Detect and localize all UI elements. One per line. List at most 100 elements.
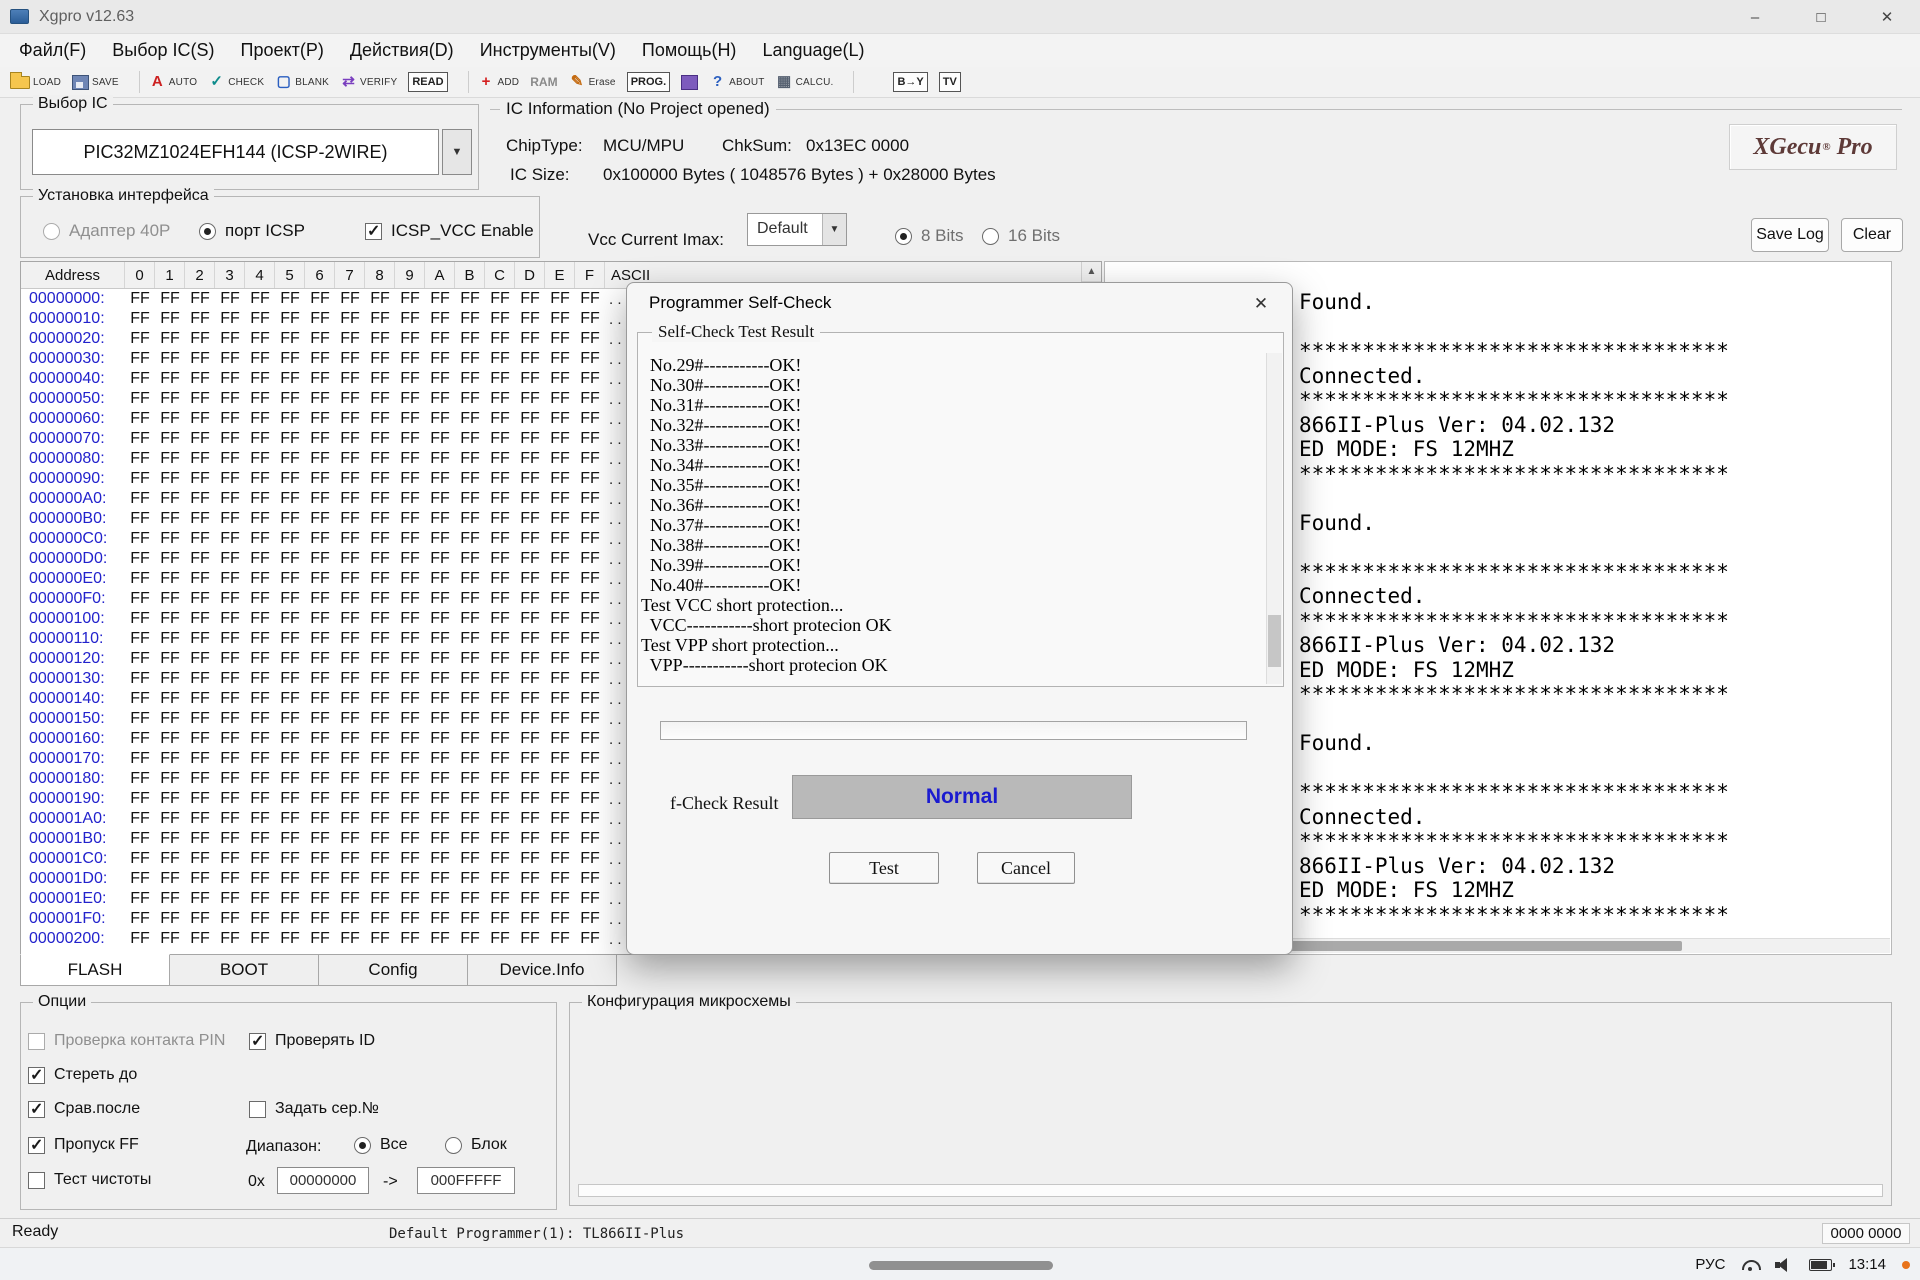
hex-byte[interactable]: FF [125,570,155,588]
verify-button[interactable]: ⇄VERIFY [340,73,397,91]
hex-byte[interactable]: FF [545,830,575,848]
hex-byte[interactable]: FF [395,490,425,508]
notification-dot-icon[interactable] [1902,1261,1910,1269]
hex-byte[interactable]: FF [125,530,155,548]
hex-byte[interactable]: FF [305,290,335,308]
menu-item-7[interactable]: Language(L) [749,40,877,61]
hex-byte[interactable]: FF [485,910,515,928]
hex-byte[interactable]: FF [245,930,275,948]
hex-byte[interactable]: FF [155,470,185,488]
hex-byte[interactable]: FF [245,310,275,328]
hex-byte[interactable]: FF [215,610,245,628]
menu-item-3[interactable]: Проект(P) [228,40,337,61]
hex-byte[interactable]: FF [305,590,335,608]
hex-byte[interactable]: FF [545,490,575,508]
hex-byte[interactable]: FF [305,330,335,348]
hex-byte[interactable]: FF [455,650,485,668]
hex-byte[interactable]: FF [575,550,605,568]
hex-byte[interactable]: FF [305,690,335,708]
hex-byte[interactable]: FF [245,330,275,348]
hex-byte[interactable]: FF [185,890,215,908]
hex-byte[interactable]: FF [155,930,185,948]
hex-byte[interactable]: FF [515,310,545,328]
hex-byte[interactable]: FF [275,550,305,568]
hex-byte[interactable]: FF [485,450,515,468]
hex-byte[interactable]: FF [425,750,455,768]
hex-byte[interactable]: FF [335,510,365,528]
hex-byte[interactable]: FF [455,410,485,428]
hex-byte[interactable]: FF [155,370,185,388]
ic-select-combo[interactable]: PIC32MZ1024EFH144 (ICSP-2WIRE) [32,129,439,175]
hex-byte[interactable]: FF [485,330,515,348]
hex-byte[interactable]: FF [365,330,395,348]
hex-byte[interactable]: FF [245,610,275,628]
hex-byte[interactable]: FF [185,530,215,548]
hex-byte[interactable]: FF [275,710,305,728]
hex-byte[interactable]: FF [245,890,275,908]
hex-byte[interactable]: FF [155,550,185,568]
hex-byte[interactable]: FF [545,390,575,408]
cancel-button[interactable]: Cancel [977,852,1075,884]
hex-byte[interactable]: FF [515,670,545,688]
hex-byte[interactable]: FF [395,350,425,368]
verify-id-checkbox[interactable]: Проверять ID [249,1032,375,1050]
hex-byte[interactable]: FF [365,370,395,388]
hex-byte[interactable]: FF [545,430,575,448]
hex-byte[interactable]: FF [155,410,185,428]
hex-byte[interactable]: FF [395,290,425,308]
hex-byte[interactable]: FF [185,430,215,448]
hex-byte[interactable]: FF [515,890,545,908]
hex-byte[interactable]: FF [335,770,365,788]
hex-byte[interactable]: FF [485,690,515,708]
hex-byte[interactable]: FF [455,570,485,588]
clear-button[interactable]: Clear [1841,218,1903,252]
hex-byte[interactable]: FF [365,870,395,888]
hex-byte[interactable]: FF [215,890,245,908]
hex-byte[interactable]: FF [215,630,245,648]
hex-byte[interactable]: FF [575,610,605,628]
hex-byte[interactable]: FF [215,410,245,428]
hex-byte[interactable]: FF [485,830,515,848]
hex-byte[interactable]: FF [275,390,305,408]
hex-byte[interactable]: FF [425,510,455,528]
hex-byte[interactable]: FF [335,810,365,828]
hex-byte[interactable]: FF [365,290,395,308]
hex-byte[interactable]: FF [545,870,575,888]
hex-byte[interactable]: FF [485,610,515,628]
scroll-up-icon[interactable]: ▲ [1082,262,1101,282]
hex-byte[interactable]: FF [215,650,245,668]
hex-byte[interactable]: FF [125,790,155,808]
hex-byte[interactable]: FF [155,750,185,768]
hex-byte[interactable]: FF [125,470,155,488]
hex-byte[interactable]: FF [455,670,485,688]
hex-byte[interactable]: FF [395,910,425,928]
hex-byte[interactable]: FF [275,890,305,908]
hex-byte[interactable]: FF [245,510,275,528]
hex-byte[interactable]: FF [155,870,185,888]
hex-byte[interactable]: FF [335,630,365,648]
hex-byte[interactable]: FF [215,590,245,608]
hex-byte[interactable]: FF [425,610,455,628]
hex-byte[interactable]: FF [365,390,395,408]
hex-byte[interactable]: FF [305,770,335,788]
hex-byte[interactable]: FF [575,730,605,748]
hex-byte[interactable]: FF [365,670,395,688]
hex-byte[interactable]: FF [575,290,605,308]
hex-byte[interactable]: FF [215,570,245,588]
hex-byte[interactable]: FF [125,670,155,688]
hex-byte[interactable]: FF [185,870,215,888]
hex-byte[interactable]: FF [335,930,365,948]
hex-byte[interactable]: FF [275,490,305,508]
hex-byte[interactable]: FF [515,630,545,648]
hex-byte[interactable]: FF [245,750,275,768]
hex-byte[interactable]: FF [425,470,455,488]
tab-flash[interactable]: FLASH [20,954,170,986]
hex-byte[interactable]: FF [485,650,515,668]
hex-byte[interactable]: FF [395,650,425,668]
hex-byte[interactable]: FF [395,330,425,348]
hex-byte[interactable]: FF [545,610,575,628]
hex-byte[interactable]: FF [125,350,155,368]
hex-byte[interactable]: FF [365,610,395,628]
hex-byte[interactable]: FF [395,590,425,608]
hex-byte[interactable]: FF [125,730,155,748]
